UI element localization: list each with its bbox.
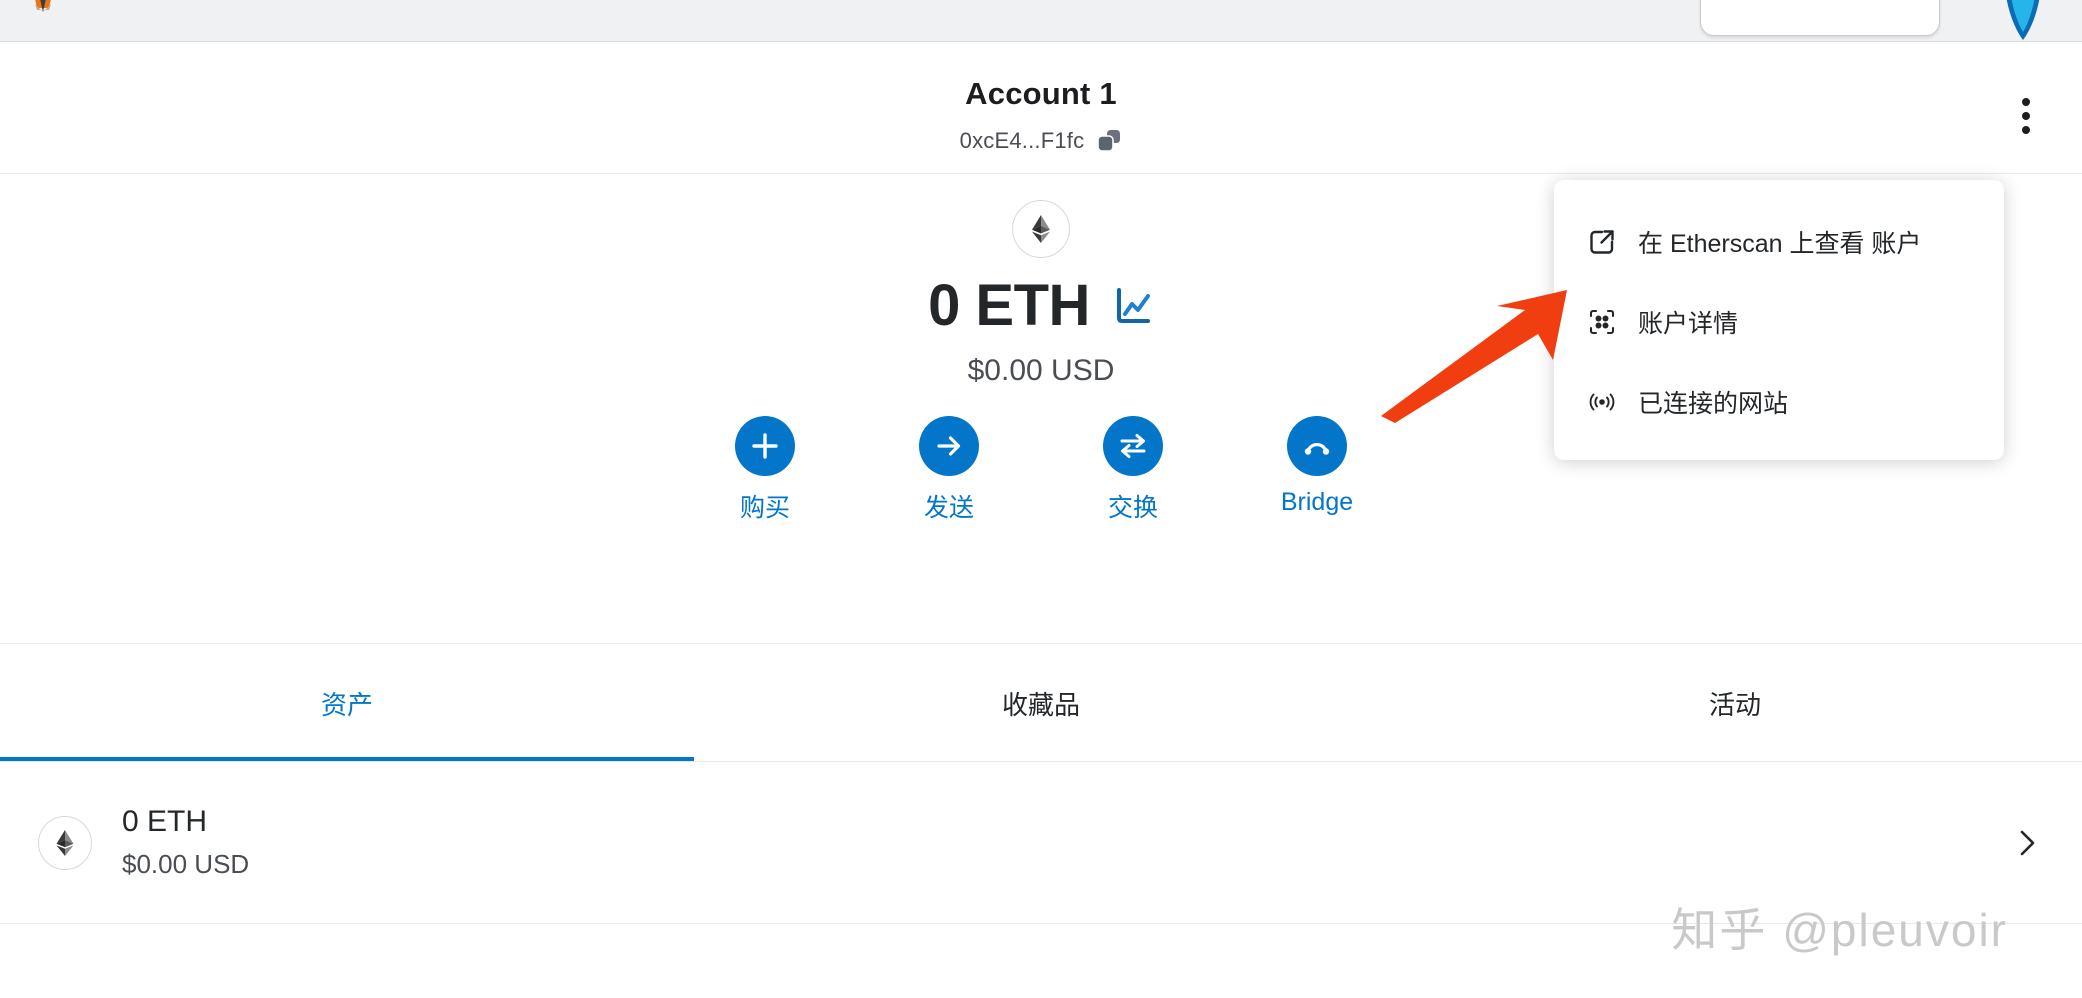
menu-item-account-details-label: 账户详情 bbox=[1638, 310, 1739, 338]
bridge-arc-icon bbox=[1287, 416, 1347, 476]
browser-extension-icon[interactable] bbox=[2000, 0, 2046, 42]
line-chart-icon[interactable] bbox=[1112, 285, 1154, 327]
tab-assets-label: 资产 bbox=[320, 689, 373, 720]
arrow-right-icon bbox=[919, 416, 979, 476]
bridge-button[interactable]: Bridge bbox=[1262, 416, 1372, 524]
tab-collectibles-label: 收藏品 bbox=[1001, 689, 1080, 720]
tab-activity-label: 活动 bbox=[1708, 689, 1761, 720]
swap-button[interactable]: 交换 bbox=[1078, 416, 1188, 524]
menu-item-connected-sites[interactable]: 已连接的网站 bbox=[1554, 362, 2004, 442]
account-address: 0xcE4...F1fc bbox=[959, 128, 1085, 153]
kebab-dot bbox=[2022, 112, 2030, 120]
menu-item-view-on-etherscan[interactable]: 在 Etherscan 上查看 账户 bbox=[1554, 202, 2004, 282]
ethereum-icon bbox=[1012, 200, 1070, 258]
browser-url-field[interactable] bbox=[1700, 0, 1940, 36]
tab-bar: 资产 收藏品 活动 bbox=[0, 645, 2082, 762]
tab-collectibles[interactable]: 收藏品 bbox=[694, 645, 1388, 761]
menu-item-view-on-etherscan-label: 在 Etherscan 上查看 账户 bbox=[1638, 230, 1922, 258]
send-label: 发送 bbox=[923, 494, 974, 522]
menu-item-connected-sites-label: 已连接的网站 bbox=[1638, 390, 1789, 418]
menu-item-account-details[interactable]: 账户详情 bbox=[1554, 282, 2004, 362]
watermark: 知乎 @pleuvoir bbox=[1671, 904, 2008, 956]
asset-fiat: $0.00 USD bbox=[122, 849, 250, 879]
buy-button[interactable]: 购买 bbox=[710, 416, 820, 524]
buy-label: 购买 bbox=[739, 494, 790, 522]
account-header: Account 1 0xcE4...F1fc bbox=[0, 42, 2082, 174]
account-options-dropdown: 在 Etherscan 上查看 账户 账户详情 已连接的网站 bbox=[1554, 180, 2004, 460]
copy-icon[interactable] bbox=[1096, 128, 1122, 154]
swap-arrows-icon bbox=[1103, 416, 1163, 476]
chevron-right-icon[interactable] bbox=[2010, 826, 2044, 860]
kebab-menu-icon[interactable] bbox=[2000, 90, 2052, 142]
ethereum-icon bbox=[38, 815, 92, 870]
kebab-dot bbox=[2022, 98, 2030, 106]
asset-text: 0 ETH $0.00 USD bbox=[122, 805, 249, 880]
tab-activity[interactable]: 活动 bbox=[1388, 645, 2082, 761]
account-address-row[interactable]: 0xcE4...F1fc bbox=[0, 128, 2082, 154]
account-name: Account 1 bbox=[965, 76, 1117, 111]
broadcast-icon bbox=[1588, 388, 1616, 416]
swap-label: 交换 bbox=[1107, 494, 1158, 522]
firefox-logo-icon bbox=[35, 0, 51, 12]
balance-amount: 0 ETH bbox=[928, 273, 1090, 338]
tab-assets[interactable]: 资产 bbox=[0, 645, 694, 761]
qr-code-icon bbox=[1588, 308, 1616, 336]
asset-amount: 0 ETH bbox=[122, 805, 208, 838]
metamask-popup: Account 1 0xcE4...F1fc 0 ETH $0.00 USD 购… bbox=[0, 0, 2082, 998]
browser-chrome-strip bbox=[0, 0, 2082, 42]
send-button[interactable]: 发送 bbox=[894, 416, 1004, 524]
plus-icon bbox=[735, 416, 795, 476]
kebab-dot bbox=[2022, 126, 2030, 134]
bridge-label: Bridge bbox=[1280, 488, 1354, 516]
external-link-icon bbox=[1588, 228, 1616, 256]
